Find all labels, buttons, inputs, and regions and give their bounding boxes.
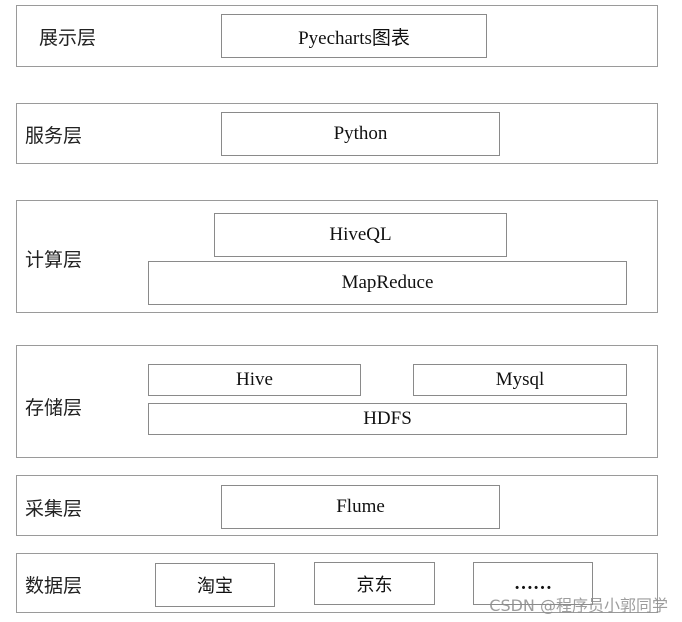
component-mapreduce: MapReduce xyxy=(148,261,627,305)
component-taobao: 淘宝 xyxy=(155,563,275,607)
component-pyecharts: Pyecharts图表 xyxy=(221,14,487,58)
layer-service: 服务层 Python xyxy=(16,103,658,164)
component-jingdong: 京东 xyxy=(314,562,435,605)
layer-label: 数据层 xyxy=(25,575,83,597)
component-hiveql: HiveQL xyxy=(214,213,507,257)
layer-presentation: 展示层 Pyecharts图表 xyxy=(16,5,658,67)
watermark: CSDN @程序员小郭同学 xyxy=(489,596,668,615)
component-hive: Hive xyxy=(148,364,361,396)
layer-label: 展示层 xyxy=(39,27,97,49)
layer-collection: 采集层 Flume xyxy=(16,475,658,536)
layer-storage: 存储层 Hive Mysql HDFS xyxy=(16,345,658,458)
layer-label: 计算层 xyxy=(25,249,83,271)
layer-label: 服务层 xyxy=(25,125,83,147)
layer-compute: 计算层 HiveQL MapReduce xyxy=(16,200,658,313)
component-flume: Flume xyxy=(221,485,500,529)
layer-label: 存储层 xyxy=(25,397,83,419)
component-python: Python xyxy=(221,112,500,156)
component-mysql: Mysql xyxy=(413,364,627,396)
component-hdfs: HDFS xyxy=(148,403,627,435)
layer-label: 采集层 xyxy=(25,498,83,520)
